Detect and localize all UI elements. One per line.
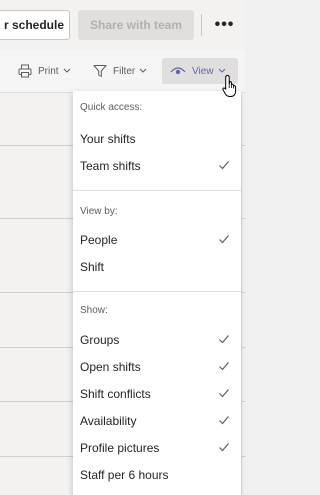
menu-item-label: People (80, 232, 118, 247)
menu-item-profile-pictures[interactable]: Profile pictures (73, 434, 241, 461)
checkmark-icon (219, 443, 229, 452)
menu-item-label: Shift (80, 259, 105, 274)
grid-column-line (241, 94, 242, 495)
print-label: Print (38, 65, 59, 77)
more-options-button[interactable]: ••• (204, 10, 245, 40)
menu-item-label: Team shifts (80, 158, 141, 173)
filter-label: Filter (113, 65, 136, 77)
menu-item-label: Your shifts (80, 131, 136, 146)
checkmark-icon (219, 335, 229, 344)
filter-button[interactable]: Filter (93, 58, 147, 84)
view-label: View (192, 65, 214, 77)
schedule-button[interactable]: r schedule (0, 10, 70, 40)
menu-item-staff-per-6-hours[interactable]: Staff per 6 hours (73, 461, 241, 488)
checkmark-icon (219, 362, 229, 371)
menu-item-label: Profile pictures (80, 440, 160, 455)
view-by-header: View by: (80, 206, 118, 217)
menu-item-availability[interactable]: Availability (73, 407, 241, 434)
show-header: Show: (80, 305, 108, 316)
top-toolbar: r schedule Share with team ••• (0, 0, 245, 50)
menu-item-label: Availability (80, 413, 137, 428)
menu-item-label: Open shifts (80, 359, 141, 374)
menu-item-label: Shift conflicts (80, 386, 151, 401)
more-icon: ••• (214, 16, 235, 33)
menu-item-shift-conflicts[interactable]: Shift conflicts (73, 380, 241, 407)
menu-item-groups[interactable]: Groups (73, 326, 241, 353)
view-dropdown-menu: Quick access: Your shifts Team shifts Vi… (73, 91, 241, 495)
menu-item-open-shifts[interactable]: Open shifts (73, 353, 241, 380)
checkmark-icon (219, 416, 229, 425)
menu-divider (73, 291, 241, 292)
funnel-icon (93, 65, 107, 77)
menu-item-label: Staff per 6 hours (80, 467, 169, 482)
checkmark-icon (219, 235, 229, 244)
menu-divider (73, 190, 241, 191)
menu-item-shift[interactable]: Shift (73, 253, 241, 280)
toolbar-divider (201, 14, 202, 36)
menu-item-label: Groups (80, 332, 120, 347)
chevron-down-icon (139, 68, 147, 73)
checkmark-icon (219, 161, 229, 170)
menu-item-people[interactable]: People (73, 226, 241, 253)
menu-item-team-shifts[interactable]: Team shifts (73, 152, 241, 179)
chevron-down-icon (63, 68, 70, 73)
printer-icon (18, 64, 32, 78)
eye-icon (170, 67, 186, 75)
print-button[interactable]: Print (18, 58, 71, 84)
checkmark-icon (219, 389, 229, 398)
share-with-team-button[interactable]: Share with team (78, 10, 194, 40)
menu-item-your-shifts[interactable]: Your shifts (73, 125, 241, 152)
command-bar: Print Filter View (0, 50, 245, 93)
quick-access-header: Quick access: (80, 102, 143, 113)
hand-cursor-icon (222, 75, 237, 97)
